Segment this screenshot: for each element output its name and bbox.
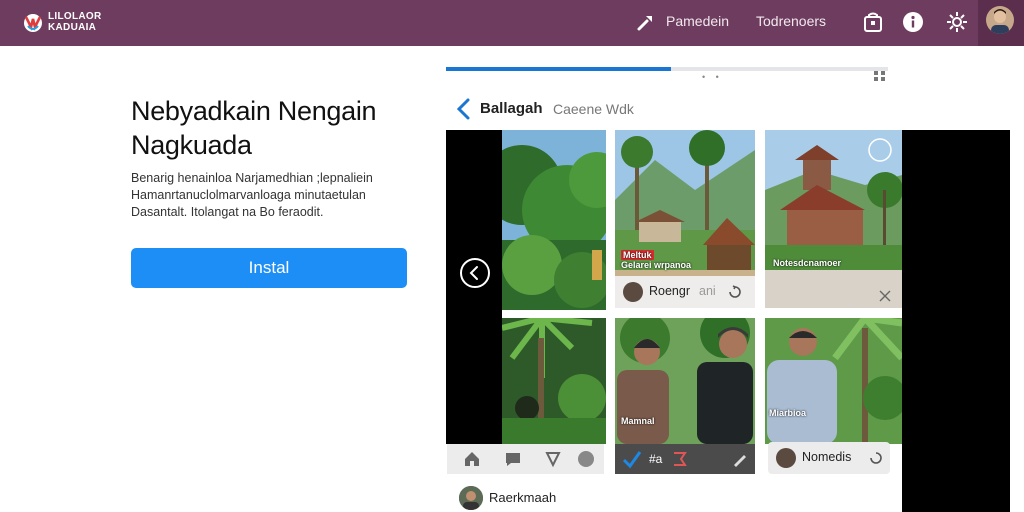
home-icon[interactable] [463, 450, 481, 468]
hero-title-line2: Nagkuada [131, 130, 252, 160]
bookmark-icon[interactable] [544, 450, 562, 468]
tile-overlay-label: Meltuk Gelarei wrpanoa [621, 250, 691, 270]
chevron-left-icon [469, 266, 478, 280]
app-header-subtitle: Caeene Wdk [553, 101, 634, 117]
gallery-tile-jungle[interactable] [502, 130, 606, 310]
settings-icon[interactable] [945, 10, 969, 34]
gallery-tile-palms[interactable] [502, 318, 606, 444]
user-avatar[interactable] [986, 6, 1014, 34]
hero-title: Nebyadkain Nengain Nagkuada [131, 94, 431, 162]
pen-icon[interactable] [731, 450, 749, 468]
caption-user: Roengr [649, 284, 690, 298]
hero-title-line1: Nebyadkain Nengain [131, 96, 377, 126]
back-arrow-icon[interactable] [454, 98, 474, 120]
tile-overlay-text: Gelarei wrpanoa [621, 260, 692, 270]
flag-icon[interactable] [671, 450, 689, 468]
logo-text-line1: LILOLAOR [48, 11, 102, 22]
loading-progress-bar [446, 67, 888, 71]
carousel-right-panel [902, 130, 1010, 512]
gallery-tile-people[interactable]: Mamnal [615, 318, 755, 444]
app-header-title: Ballagah [480, 100, 543, 117]
status-dots: • • [702, 72, 723, 82]
tile-overlay-label: Mamnal [621, 416, 655, 426]
man-image [765, 318, 902, 444]
refresh-icon[interactable] [868, 450, 884, 466]
bottom-user-row[interactable]: Raerkmaah [459, 486, 659, 510]
profile-area[interactable] [978, 0, 1024, 46]
caption-avatar [776, 448, 796, 468]
caption-avatar [623, 282, 643, 302]
carousel-prev-button[interactable] [460, 258, 490, 288]
tile-overlay-label: Notesdcnamoer [773, 258, 842, 268]
gallery-tile-man[interactable]: Miarbioa [765, 318, 902, 444]
toolbar-middle: #a [615, 444, 755, 474]
gallery-tile-temple[interactable]: Notesdcnamoer [765, 130, 902, 308]
chat-icon[interactable] [504, 450, 522, 468]
tile-overlay-label: Miarbioa [769, 408, 807, 418]
toolbar-middle-text: #a [649, 452, 663, 466]
app-logo[interactable]: LILOLAOR KADUAIA [22, 8, 114, 38]
gallery-tile-village[interactable]: Meltuk Gelarei wrpanoa Roengr ani [615, 130, 755, 308]
progress-fill [446, 67, 672, 71]
tile-overlay-red-tag: Meltuk [621, 250, 654, 260]
info-icon[interactable] [901, 10, 925, 34]
logo-text-line2: KADUAIA [48, 22, 97, 33]
expand-icon[interactable] [877, 288, 893, 304]
toolbar-left [447, 444, 604, 474]
nav-link-secondary[interactable]: Todrenoers [756, 13, 826, 29]
hero-description: Benarig henainloa Narjamedhian ;lepnalie… [131, 171, 373, 219]
install-button[interactable]: Instal [131, 248, 407, 288]
tile-caption: Roengr ani [615, 276, 755, 308]
app-header: Ballagah Caeene Wdk [446, 92, 902, 126]
profile-circle-icon[interactable] [577, 450, 595, 468]
palms-image [502, 318, 606, 444]
caption-user: Nomedis [802, 450, 852, 464]
caption-tag: ani [699, 284, 716, 298]
tools-icon[interactable] [636, 12, 656, 32]
checkmark-icon[interactable] [621, 448, 643, 470]
temple-image [765, 130, 902, 308]
logo-mark-icon [24, 14, 42, 32]
status-grid-icon [874, 71, 885, 81]
bottom-user-name: Raerkmaah [489, 490, 557, 505]
share-icon[interactable] [727, 284, 743, 300]
shopping-bag-icon[interactable] [861, 10, 885, 34]
bottom-user-avatar [459, 486, 483, 510]
toolbar-right: Nomedis [768, 442, 890, 474]
jungle-image [502, 130, 606, 310]
top-navigation-bar: LILOLAOR KADUAIA Pamedein Todrenoers [0, 0, 1024, 46]
nav-link-primary[interactable]: Pamedein [666, 13, 729, 29]
